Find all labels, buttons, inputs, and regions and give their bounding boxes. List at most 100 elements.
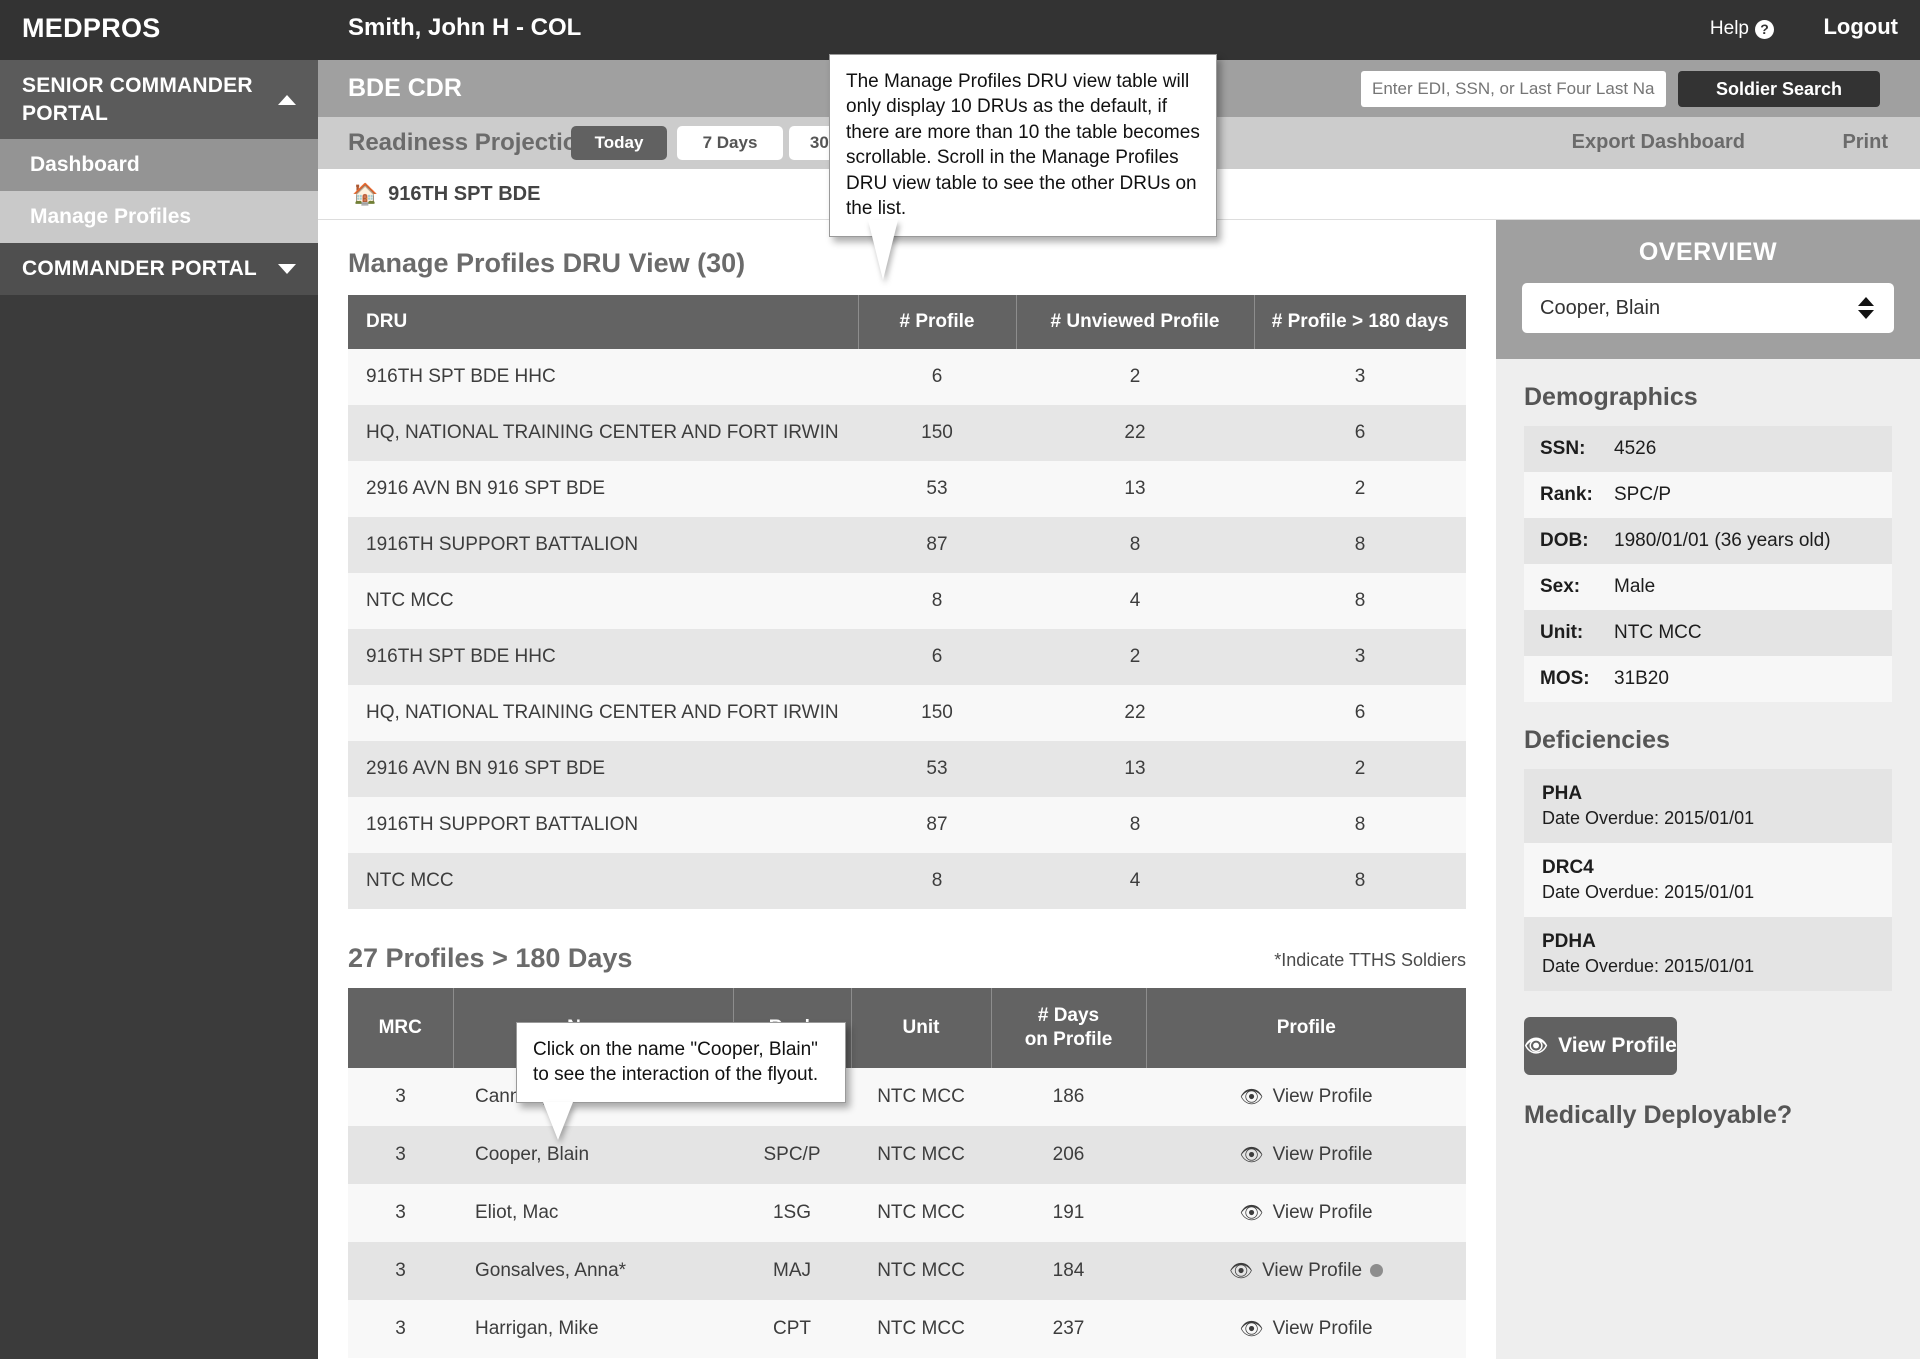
- sidebar-section-senior-commander-portal[interactable]: SENIOR COMMANDER PORTAL: [0, 60, 318, 140]
- dru-table-row[interactable]: 1916TH SUPPORT BATTALION 87 8 8: [348, 517, 1466, 573]
- soldier-select-value: Cooper, Blain: [1540, 296, 1661, 319]
- dru-cell-unviewed: 8: [1129, 814, 1141, 835]
- dru-cell-over180: 6: [1354, 702, 1366, 723]
- table-row[interactable]: 3 Eliot, Mac 1SG NTC MCC 191 👁 View Profile: [348, 1183, 1466, 1242]
- view-profile-link[interactable]: 👁 View Profile: [1229, 1259, 1362, 1283]
- dru-cell-over180: 2: [1354, 478, 1366, 499]
- sidebar-section-label: SENIOR COMMANDER PORTAL: [22, 74, 253, 125]
- sidebar-section-commander-portal[interactable]: COMMANDER PORTAL: [0, 243, 318, 296]
- eye-icon: 👁: [1239, 1144, 1264, 1166]
- demographic-value: NTC MCC: [1614, 622, 1702, 643]
- soldier-search-button[interactable]: Soldier Search: [1678, 71, 1880, 107]
- dru-table-header-row: DRU # Profile # Unviewed Profile # Profi…: [348, 295, 1466, 349]
- range-7days-button[interactable]: 7 Days: [677, 126, 783, 160]
- tooltip-name-click-text: Click on the name "Cooper, Blain" to see…: [533, 1039, 819, 1086]
- overview-panel: OVERVIEW Cooper, Blain Demographics SSN:…: [1496, 220, 1920, 1359]
- dru-cell-name: 1916TH SUPPORT BATTALION: [366, 814, 639, 835]
- breadcrumb-label[interactable]: 916TH SPT BDE: [388, 183, 540, 206]
- prof-col-unit[interactable]: Unit: [851, 988, 992, 1068]
- dru-table-row[interactable]: 2916 AVN BN 916 SPT BDE 53 13 2: [348, 741, 1466, 797]
- dru-col-dru[interactable]: DRU: [348, 295, 859, 349]
- view-profile-link[interactable]: 👁 View Profile: [1239, 1201, 1372, 1225]
- demographic-row: SSN: 4526: [1524, 426, 1892, 472]
- profile-cell-action[interactable]: 👁 View Profile: [1146, 1242, 1466, 1300]
- demographic-value: Male: [1614, 576, 1656, 597]
- deficiency-row: PHA Date Overdue: 2015/01/01: [1524, 769, 1892, 843]
- deficiency-name: PDHA: [1542, 931, 1596, 952]
- profile-cell-mrc: 3: [395, 1085, 406, 1107]
- profile-cell-days: 206: [1052, 1143, 1085, 1165]
- demographic-row: MOS: 31B20: [1524, 656, 1892, 702]
- dru-col-unviewed[interactable]: # Unviewed Profile: [1016, 295, 1255, 349]
- view-profile-label: View Profile: [1272, 1201, 1373, 1223]
- dru-table-row[interactable]: NTC MCC 8 4 8: [348, 853, 1466, 909]
- view-profile-button[interactable]: 👁 View Profile: [1524, 1017, 1677, 1075]
- dru-table-row[interactable]: NTC MCC 8 4 8: [348, 573, 1466, 629]
- dru-table-row[interactable]: HQ, NATIONAL TRAINING CENTER AND FORT IR…: [348, 685, 1466, 741]
- dru-table-row[interactable]: 2916 AVN BN 916 SPT BDE 53 13 2: [348, 461, 1466, 517]
- export-dashboard-button[interactable]: Export Dashboard: [1572, 131, 1745, 154]
- demographic-value: 31B20: [1614, 668, 1669, 689]
- dru-section-title: Manage Profiles DRU View (30): [348, 248, 746, 278]
- dru-cell-profile: 6: [931, 646, 943, 667]
- page-title: BDE CDR: [348, 74, 462, 102]
- prof-col-days[interactable]: # Days on Profile: [991, 988, 1147, 1068]
- dru-table-row[interactable]: 1916TH SUPPORT BATTALION 87 8 8: [348, 797, 1466, 853]
- profile-cell-name[interactable]: Eliot, Mac: [453, 1184, 733, 1242]
- profile-cell-name[interactable]: Cooper, Blain: [453, 1126, 733, 1184]
- profile-cell-rank: 1SG: [772, 1201, 812, 1223]
- view-profile-label: View Profile: [1272, 1085, 1373, 1107]
- prof-col-days-line1: # Days: [1037, 1005, 1100, 1026]
- dru-table-row[interactable]: 916TH SPT BDE HHC 6 2 3: [348, 629, 1466, 685]
- dru-table-row[interactable]: HQ, NATIONAL TRAINING CENTER AND FORT IR…: [348, 405, 1466, 461]
- caret-down-icon: [278, 264, 296, 275]
- demographic-value: 1980/01/01 (36 years old): [1614, 530, 1831, 551]
- table-row[interactable]: 3 Harrigan, Mike CPT NTC MCC 237 👁 View Profil…: [348, 1299, 1466, 1358]
- dru-cell-unviewed: 13: [1124, 478, 1146, 499]
- search-input[interactable]: [1361, 71, 1666, 107]
- sidebar-item-dashboard[interactable]: Dashboard: [0, 139, 318, 192]
- deficiency-date: Date Overdue: 2015/01/01: [1542, 956, 1755, 976]
- dru-col-over180[interactable]: # Profile > 180 days: [1254, 295, 1466, 349]
- dru-cell-over180: 6: [1354, 422, 1366, 443]
- profile-cell-action[interactable]: 👁 View Profile: [1146, 1184, 1466, 1242]
- view-profile-link[interactable]: 👁 View Profile: [1239, 1085, 1372, 1109]
- range-today-button[interactable]: Today: [571, 126, 667, 160]
- dru-cell-profile: 150: [921, 702, 953, 723]
- dru-cell-unviewed: 2: [1129, 646, 1141, 667]
- view-profile-link[interactable]: 👁 View Profile: [1239, 1143, 1372, 1167]
- eye-icon: 👁: [1228, 1260, 1254, 1282]
- dru-cell-profile: 87: [926, 534, 948, 555]
- profile-cell-action[interactable]: 👁 View Profile: [1146, 1300, 1466, 1358]
- profile-cell-days: 237: [1052, 1317, 1085, 1339]
- logout-button[interactable]: Logout: [1823, 14, 1898, 40]
- prof-col-mrc[interactable]: MRC: [348, 988, 454, 1068]
- profile-cell-action[interactable]: 👁 View Profile: [1146, 1068, 1466, 1126]
- demographic-label: Unit:: [1540, 622, 1584, 643]
- dru-cell-over180: 3: [1354, 646, 1366, 667]
- table-row[interactable]: 3 Cooper, Blain SPC/P NTC MCC 206 👁 View Profi…: [348, 1125, 1466, 1184]
- sidebar-item-manage-profiles[interactable]: Manage Profiles: [0, 191, 318, 244]
- dru-cell-profile: 87: [926, 814, 948, 835]
- profile-cell-action[interactable]: 👁 View Profile: [1146, 1126, 1466, 1184]
- profile-cell-name[interactable]: Gonsalves, Anna*: [453, 1242, 733, 1300]
- dru-col-profile[interactable]: # Profile: [858, 295, 1017, 349]
- profile-cell-name[interactable]: Harrigan, Mike: [453, 1300, 733, 1358]
- view-profile-link[interactable]: 👁 View Profile: [1239, 1317, 1372, 1341]
- profiles-section-header: 27 Profiles > 180 Days *Indicate TTHS So…: [348, 943, 1466, 974]
- print-button[interactable]: Print: [1842, 131, 1888, 154]
- demographic-label: SSN:: [1540, 438, 1586, 459]
- profile-cell-rank: SPC/P: [763, 1143, 821, 1165]
- demographic-row: Unit: NTC MCC: [1524, 610, 1892, 656]
- deficiencies-list: PHA Date Overdue: 2015/01/01 DRC4 Date Over…: [1524, 769, 1892, 991]
- profiles-table-body: 3Cannon, JoeSFCNTC MCC186👁View Profile3C…: [348, 1067, 1466, 1358]
- dru-table-row[interactable]: 916TH SPT BDE HHC 6 2 3: [348, 349, 1466, 405]
- tooltip-dru-table-text: The Manage Profiles DRU view table will …: [846, 71, 1200, 220]
- dru-cell-profile: 150: [921, 422, 953, 443]
- help-link[interactable]: Help ?: [1710, 18, 1774, 40]
- current-user-name: Smith, John H - COL: [348, 14, 582, 41]
- table-row[interactable]: 3 Gonsalves, Anna* MAJ NTC MCC 184 👁 View Prof…: [348, 1241, 1466, 1300]
- prof-col-profile[interactable]: Profile: [1146, 988, 1466, 1068]
- dru-cell-profile: 53: [926, 478, 948, 499]
- soldier-select[interactable]: Cooper, Blain: [1522, 283, 1894, 333]
